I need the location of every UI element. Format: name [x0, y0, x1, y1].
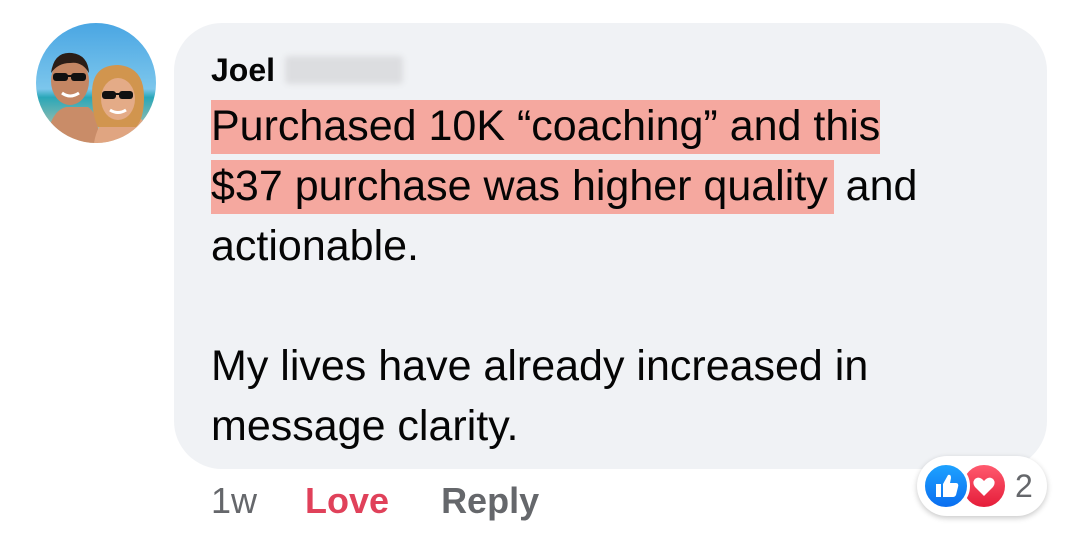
avatar-photo — [36, 23, 156, 143]
highlighted-text-line-1: Purchased 10K “coaching” and this — [211, 100, 881, 154]
reactions-summary[interactable]: 2 — [917, 456, 1047, 516]
reaction-count: 2 — [1015, 468, 1033, 504]
comment-author[interactable]: Joel — [211, 50, 404, 90]
timestamp[interactable]: 1w — [211, 480, 257, 522]
comment-paragraph-2: My lives have already increased in messa… — [211, 342, 869, 450]
redacted-last-name — [285, 56, 404, 84]
comment-paragraph-1: Purchased 10K “coaching” and this $37 pu… — [211, 96, 1031, 276]
comment-actions: 1w Love Reply — [211, 478, 539, 524]
love-reaction-button[interactable]: Love — [305, 480, 389, 522]
comment-body: Purchased 10K “coaching” and this $37 pu… — [211, 96, 1031, 456]
author-name[interactable]: Joel — [211, 50, 275, 90]
comment-container: Joel Purchased 10K “coaching” and this $… — [0, 0, 1090, 549]
reply-button[interactable]: Reply — [441, 480, 539, 522]
like-icon — [922, 462, 970, 510]
avatar[interactable] — [36, 23, 156, 143]
highlighted-text-line-2: $37 purchase was higher quality — [211, 160, 834, 214]
